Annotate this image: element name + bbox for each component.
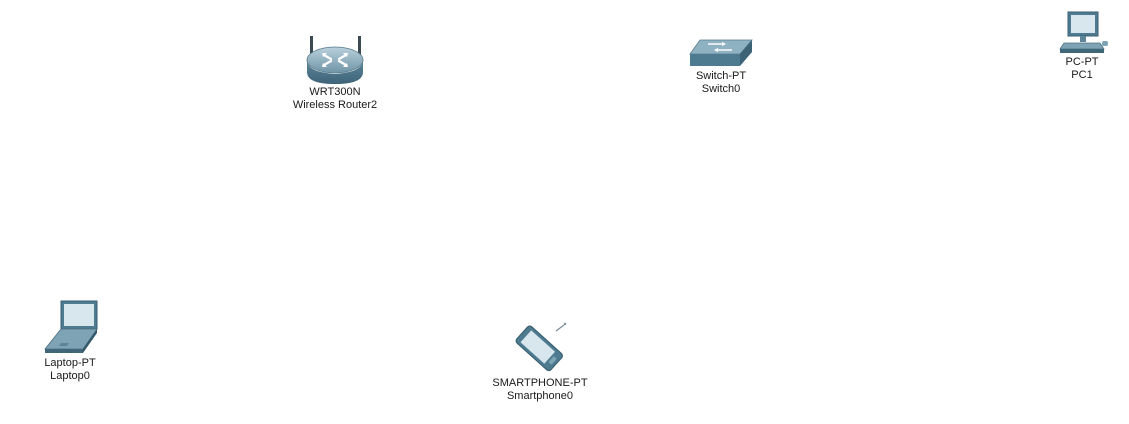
device-smartphone0[interactable]: SMARTPHONE-PT Smartphone0 (470, 321, 610, 403)
laptop-icon (44, 300, 98, 353)
device-switch0[interactable]: Switch-PT Switch0 (666, 36, 776, 96)
switch-icon (689, 39, 753, 66)
device-wireless-router2[interactable]: WRT300N Wireless Router2 (270, 34, 400, 112)
device-name-label: Wireless Router2 (292, 99, 378, 111)
device-model-label: Switch-PT (695, 70, 747, 82)
device-model-label: Laptop-PT (44, 357, 96, 369)
smartphone-icon (515, 322, 567, 372)
device-name-label: PC1 (1071, 69, 1093, 81)
device-name-label: Laptop0 (50, 370, 90, 382)
wireless-router-icon (306, 36, 364, 84)
device-pc1[interactable]: PC-PT PC1 (1040, 10, 1124, 82)
device-model-label: SMARTPHONE-PT (492, 377, 588, 389)
device-name-label: Smartphone0 (506, 390, 574, 402)
device-model-label: WRT300N (309, 86, 361, 98)
device-name-label: Switch0 (701, 83, 741, 95)
device-laptop0[interactable]: Laptop-PT Laptop0 (20, 299, 120, 383)
device-model-label: PC-PT (1065, 56, 1099, 68)
logical-workspace[interactable]: WRT300N Wireless Router2 Switch-PT Switc… (0, 0, 1129, 424)
pc-icon (1059, 11, 1108, 53)
